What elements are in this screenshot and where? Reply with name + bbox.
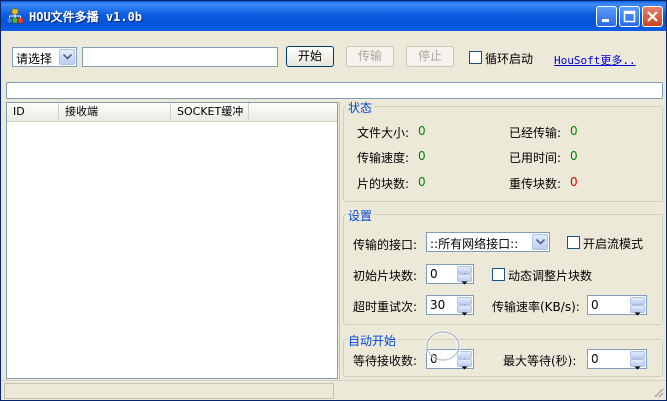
transferred-value: 0 — [570, 124, 578, 138]
transfer-button[interactable]: 传输 — [346, 46, 394, 67]
block-count-label: 片的块数: — [357, 177, 410, 191]
arrow-down-icon — [461, 281, 468, 285]
file-path-input[interactable] — [82, 47, 278, 67]
init-blocks-decrement[interactable] — [457, 274, 472, 285]
wait-receivers-label: 等待接收数: — [353, 354, 418, 368]
stop-button[interactable]: 停止 — [406, 46, 454, 67]
interface-label: 传输的接口: — [353, 238, 418, 252]
rate-spinner[interactable]: 0 — [587, 295, 647, 316]
loop-start-checkbox[interactable] — [469, 51, 482, 64]
speed-value: 0 — [418, 149, 426, 163]
arrow-down-icon — [634, 366, 641, 370]
maximize-button[interactable] — [619, 6, 640, 27]
rate-increment[interactable] — [630, 297, 645, 308]
retry-decrement[interactable] — [457, 305, 472, 316]
column-header-id[interactable]: ID — [7, 103, 59, 121]
retry-increment[interactable] — [457, 297, 472, 308]
rate-decrement[interactable] — [630, 305, 645, 316]
elapsed-time-label: 已用时间: — [509, 151, 562, 165]
file-size-value: 0 — [418, 124, 426, 138]
retry-label: 超时重试次: — [353, 300, 418, 314]
housoft-more-link[interactable]: HouSoft更多.. — [554, 52, 636, 68]
elapsed-time-value: 0 — [570, 149, 578, 163]
mode-select-value: 请选择 — [16, 52, 53, 66]
init-blocks-spinner[interactable]: 0 — [426, 264, 474, 285]
watermark-logo — [425, 330, 601, 362]
minimize-button[interactable] — [596, 6, 617, 27]
interface-combo-value: ::所有网络接口:: — [430, 237, 519, 251]
column-header-receiver[interactable]: 接收端 — [59, 103, 171, 121]
init-blocks-increment[interactable] — [457, 266, 472, 277]
rate-value: 0 — [591, 298, 599, 312]
interface-combo[interactable]: ::所有网络接口:: — [426, 232, 550, 252]
resend-blocks-value: 0 — [570, 175, 578, 189]
receiver-list[interactable]: ID 接收端 SOCKET缓冲 — [6, 102, 338, 379]
loop-start-label: 循环启动 — [485, 52, 534, 66]
mode-select-dropdown-button[interactable] — [59, 49, 75, 65]
start-button[interactable]: 开始 — [286, 46, 334, 67]
column-header-socket-buffer[interactable]: SOCKET缓冲 — [171, 103, 249, 121]
file-size-label: 文件大小: — [357, 126, 410, 140]
close-icon — [647, 11, 658, 22]
interface-dropdown-button[interactable] — [532, 234, 548, 250]
resize-grip-icon[interactable] — [652, 386, 664, 398]
transferred-label: 已经传输: — [509, 126, 562, 140]
receiver-list-header: ID 接收端 SOCKET缓冲 — [7, 103, 337, 122]
resend-blocks-label: 重传块数: — [509, 177, 562, 191]
init-blocks-label: 初始片块数: — [353, 269, 418, 283]
dynamic-blocks-label: 动态调整片块数 — [508, 269, 593, 283]
retry-spinner[interactable]: 30 — [426, 295, 474, 316]
app-icon — [7, 8, 23, 24]
stream-mode-checkbox[interactable] — [567, 236, 580, 249]
panel-splitter[interactable] — [339, 102, 340, 380]
window-title: HOU文件多播 v1.0b — [29, 10, 143, 24]
arrow-down-icon — [634, 312, 641, 316]
title-bar[interactable]: HOU文件多播 v1.0b — [1, 1, 666, 31]
maximize-icon — [623, 10, 636, 23]
app-window: HOU文件多播 v1.0b 请选择 开始 传输 停止 循环启动 HouSoft更… — [0, 0, 667, 401]
status-bar-panel — [4, 383, 334, 399]
status-group-title: 状态 — [346, 99, 375, 116]
arrow-down-icon — [461, 312, 468, 316]
max-wait-decrement[interactable] — [630, 359, 645, 370]
status-bar — [1, 380, 666, 400]
settings-group-title: 设置 — [346, 207, 375, 224]
chevron-down-icon — [63, 54, 72, 60]
max-wait-increment[interactable] — [630, 351, 645, 362]
transfer-progress-bar — [6, 82, 663, 99]
rate-label: 传输速率(KB/s): — [492, 300, 580, 314]
dynamic-blocks-checkbox[interactable] — [492, 268, 505, 281]
retry-value: 30 — [430, 298, 446, 312]
mode-select[interactable]: 请选择 — [12, 47, 77, 67]
block-count-value: 0 — [418, 175, 426, 189]
close-button[interactable] — [642, 6, 663, 27]
minimize-icon — [602, 19, 609, 22]
auto-start-group-title: 自动开始 — [346, 332, 399, 349]
speed-label: 传输速度: — [357, 151, 410, 165]
chevron-down-icon — [536, 239, 545, 245]
init-blocks-value: 0 — [430, 267, 438, 281]
stream-mode-label: 开启流模式 — [583, 237, 644, 251]
